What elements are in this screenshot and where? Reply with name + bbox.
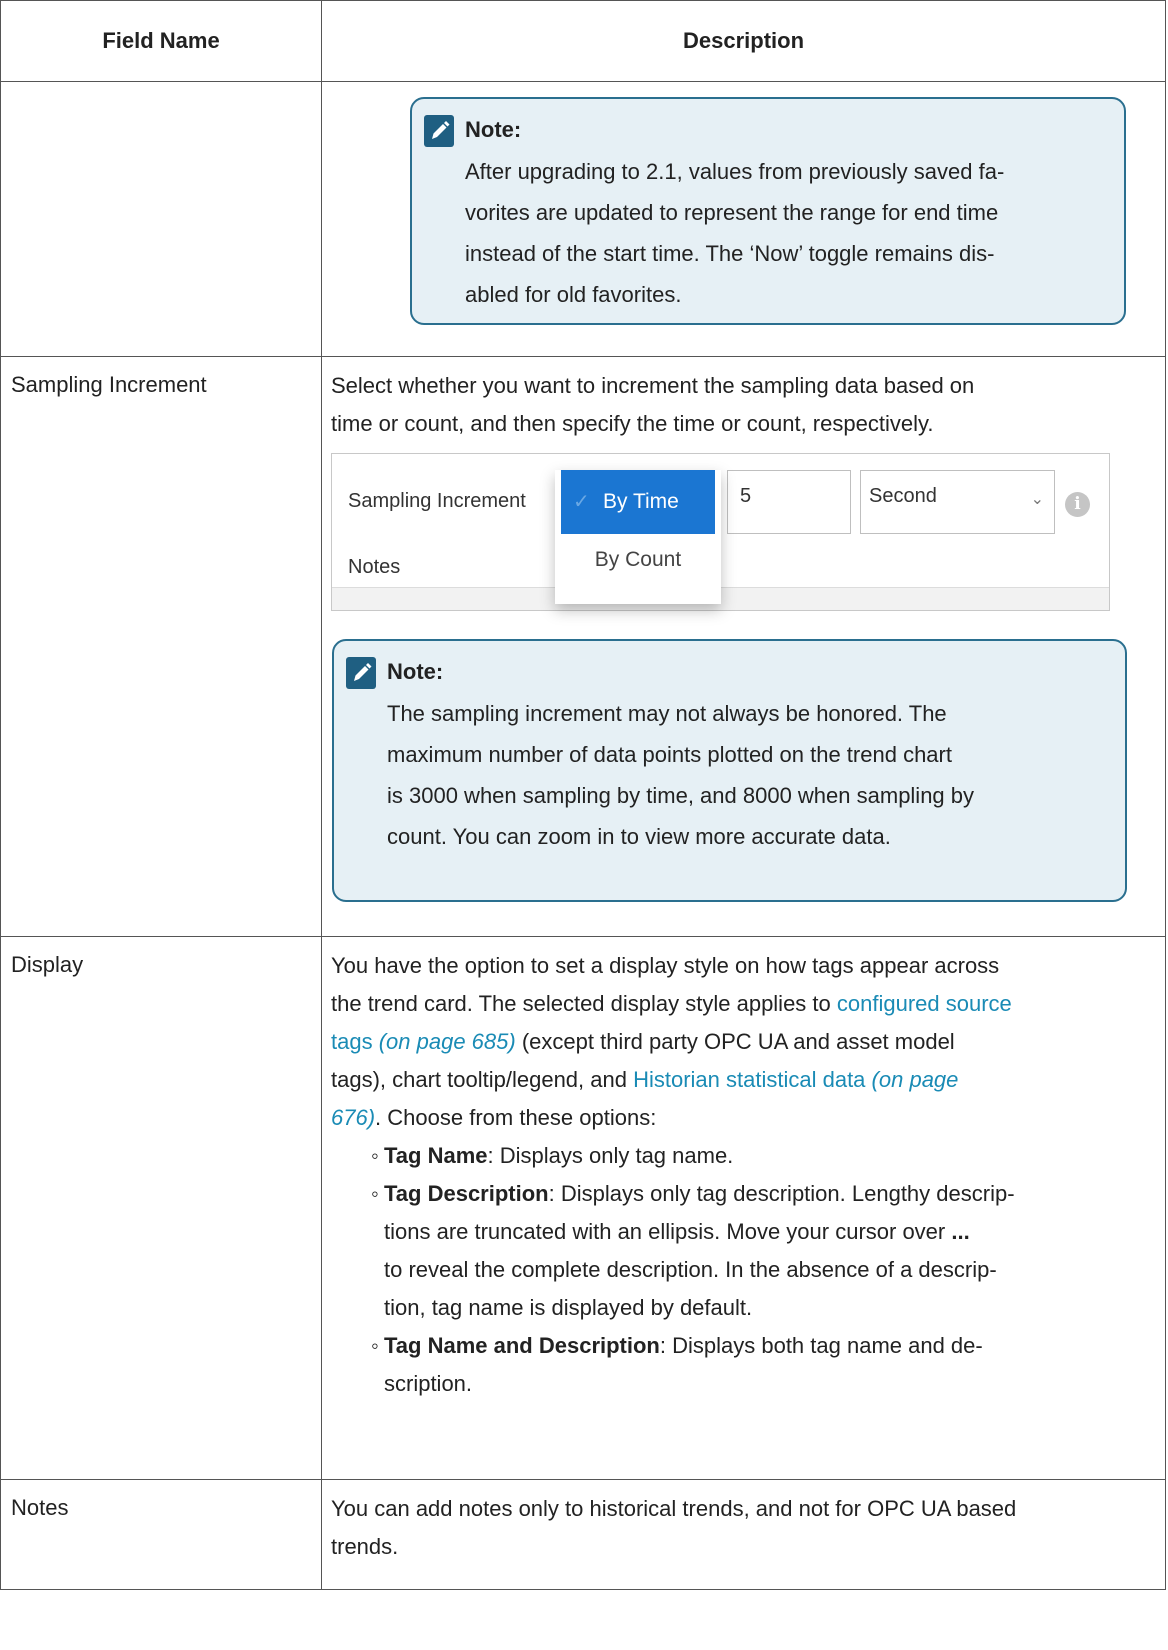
checkmark-icon: ✓ [573, 491, 590, 513]
note-text: The sampling increment may not always be… [387, 693, 1111, 857]
configured-source-tags-link-cont[interactable]: tags [331, 1029, 373, 1054]
note-line: After upgrading to 2.1, values from prev… [465, 159, 1005, 184]
option-by-count[interactable]: By Count [561, 544, 715, 576]
field-cell-empty [0, 81, 322, 357]
sampling-increment-screenshot: Sampling Increment Notes 5 Second ⌄ i ✓ … [331, 453, 1110, 611]
description-line: 676). Choose from these options: [331, 1105, 657, 1130]
list-item: ◦ Tag Name: Displays only tag name. [371, 1143, 734, 1168]
page-ref-685[interactable]: (on page 685) [379, 1029, 516, 1054]
display-options-list: ◦ Tag Name: Displays only tag name. ◦ Tag … [331, 1137, 1157, 1403]
note-line: maximum number of data points plotted on… [387, 742, 952, 767]
field-description-table: Field Name Description Note: After upgra… [0, 0, 1166, 1590]
sampling-type-dropdown: ✓ By Time By Count [555, 470, 721, 604]
description-line: You can add notes only to historical tre… [331, 1496, 1017, 1521]
field-name-notes: Notes [0, 1479, 322, 1590]
note-box: Note: The sampling increment may not alw… [332, 639, 1127, 902]
note-title: Note: [465, 117, 522, 142]
info-icon[interactable]: i [1065, 492, 1090, 517]
sampling-value-input[interactable]: 5 [727, 470, 851, 534]
field-name-sampling-increment: Sampling Increment [0, 356, 322, 937]
option-by-time[interactable]: ✓ By Time [561, 470, 715, 534]
list-item: ◦ Tag Name and Description: Displays both… [371, 1333, 983, 1396]
note-line: vorites are updated to represent the ran… [465, 200, 999, 225]
note-box: Note: After upgrading to 2.1, values fro… [410, 97, 1126, 325]
description-line: the trend card. The selected display sty… [331, 991, 1012, 1016]
table-row: Display You have the option to set a dis… [0, 936, 1166, 1480]
note-line: count. You can zoom in to view more accu… [387, 824, 891, 849]
note-title: Note: [387, 659, 444, 684]
note-text: After upgrading to 2.1, values from prev… [465, 151, 1110, 315]
list-item: ◦ Tag Description: Displays only tag desc… [371, 1181, 1015, 1320]
description-line: tags (on page 685) (except third party O… [331, 1029, 955, 1054]
sampling-unit-select[interactable]: Second ⌄ [860, 470, 1055, 534]
page-ref-676[interactable]: (on page [872, 1067, 959, 1092]
field-name-display: Display [0, 936, 322, 1480]
table-row: Sampling Increment Select whether you wa… [0, 356, 1166, 937]
note-line: is 3000 when sampling by time, and 8000 … [387, 783, 975, 808]
table-row: Note: After upgrading to 2.1, values fro… [0, 81, 1166, 357]
sampling-increment-label: Sampling Increment [348, 490, 526, 512]
notes-label: Notes [348, 556, 401, 578]
description-line: time or count, and then specify the time… [331, 411, 934, 436]
sampling-unit-value: Second [869, 485, 937, 507]
description-line: tags), chart tooltip/legend, and Histori… [331, 1067, 959, 1092]
document-page: Field Name Description Note: After upgra… [0, 0, 1168, 1650]
pencil-note-icon [346, 657, 376, 689]
header-description: Description [321, 0, 1166, 82]
note-line: instead of the start time. The ‘Now’ tog… [465, 241, 995, 266]
pencil-note-icon [424, 115, 454, 147]
description-cell: You have the option to set a display sty… [321, 936, 1166, 1480]
description-line: You have the option to set a display sty… [331, 953, 1000, 978]
configured-source-tags-link[interactable]: configured source [837, 991, 1012, 1016]
historian-statistical-data-link[interactable]: Historian statistical data [633, 1067, 865, 1092]
description-cell: Note: After upgrading to 2.1, values fro… [321, 81, 1166, 357]
description-line: trends. [331, 1534, 399, 1559]
description-cell: You can add notes only to historical tre… [321, 1479, 1166, 1590]
page-ref-676-cont[interactable]: 676) [331, 1105, 375, 1130]
note-line: The sampling increment may not always be… [387, 701, 947, 726]
table-header-row: Field Name Description [0, 0, 1166, 82]
chevron-down-icon: ⌄ [1030, 491, 1044, 508]
note-line: abled for old favorites. [465, 282, 682, 307]
description-cell: Select whether you want to increment the… [321, 356, 1166, 937]
description-line: Select whether you want to increment the… [331, 373, 975, 398]
table-row: Notes You can add notes only to historic… [0, 1479, 1166, 1590]
header-field-name: Field Name [0, 0, 322, 82]
